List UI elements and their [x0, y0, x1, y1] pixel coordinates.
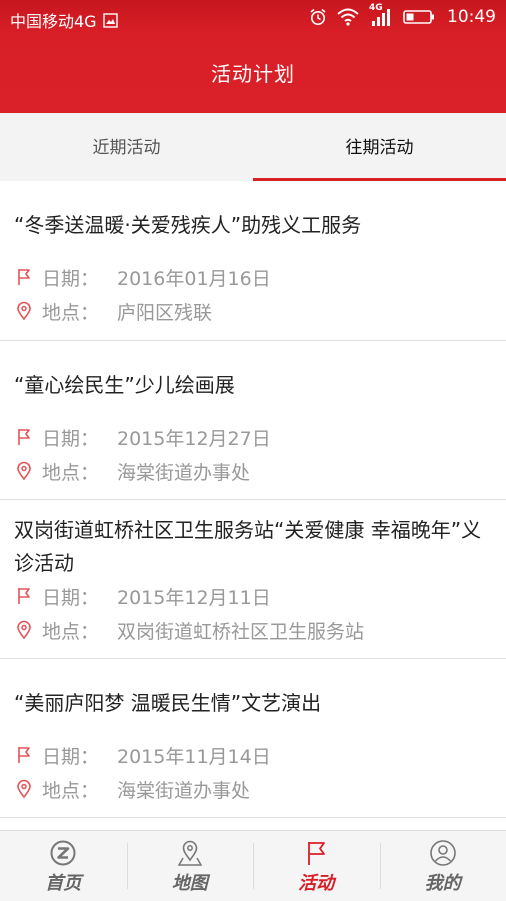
event-date: 2016年01月16日 — [117, 264, 271, 291]
event-date-row: 日期： 2015年12月27日 — [14, 424, 271, 450]
flag-icon — [14, 586, 34, 606]
event-date-row: 日期： 2015年11月14日 — [14, 742, 271, 768]
event-title: “冬季送温暖·关爱残疾人”助残义工服务 — [14, 209, 492, 242]
event-item[interactable]: “童心绘民生”少儿绘画展 日期： 2015年12月27日 地点： 海棠街道办事处 — [0, 341, 506, 500]
event-location: 庐阳区残联 — [117, 298, 212, 325]
picture-notification-icon — [103, 13, 118, 28]
date-label: 日期： — [42, 583, 117, 610]
location-pin-icon — [14, 461, 34, 481]
event-date-row: 日期： 2015年12月11日 — [14, 583, 271, 609]
carrier-name: 中国移动4G — [10, 8, 97, 32]
status-icons: 4G 10:49 — [309, 6, 496, 28]
flag-icon — [14, 267, 34, 287]
event-location-row: 地点： 海棠街道办事处 — [14, 458, 250, 484]
event-location-row: 地点： 海棠街道办事处 — [14, 776, 250, 802]
alarm-icon — [309, 8, 327, 26]
status-bar: 中国移动4G 4G — [0, 0, 506, 36]
user-icon — [429, 839, 457, 867]
wifi-icon — [337, 8, 359, 26]
home-logo-icon — [49, 839, 77, 867]
location-pin-icon — [14, 779, 34, 799]
event-date: 2015年12月27日 — [117, 424, 271, 451]
event-date: 2015年11月14日 — [117, 742, 271, 769]
nav-map[interactable]: 地图 — [127, 831, 254, 901]
event-item[interactable]: 双岗街道虹桥社区卫生服务站“关爱健康 幸福晚年”义诊活动 日期： 2015年12… — [0, 500, 506, 659]
signal-icon — [369, 6, 393, 28]
event-location-row: 地点： 双岗街道虹桥社区卫生服务站 — [14, 617, 364, 643]
page-title: 活动计划 — [0, 36, 506, 113]
location-label: 地点： — [42, 458, 117, 485]
battery-icon — [403, 9, 435, 25]
event-date: 2015年12月11日 — [117, 583, 271, 610]
tab-bar: 近期活动 往期活动 — [0, 113, 506, 181]
flag-icon — [14, 427, 34, 447]
nav-activity-label: 活动 — [253, 869, 380, 895]
nav-home-label: 首页 — [0, 869, 127, 895]
event-title: “童心绘民生”少儿绘画展 — [14, 369, 492, 402]
location-label: 地点： — [42, 776, 117, 803]
event-item[interactable]: “美丽庐阳梦 温暖民生情”文艺演出 日期： 2015年11月14日 地点： 海棠… — [0, 659, 506, 818]
nav-home[interactable]: 首页 — [0, 831, 127, 901]
date-label: 日期： — [42, 424, 117, 451]
location-label: 地点： — [42, 617, 117, 644]
date-label: 日期： — [42, 742, 117, 769]
nav-map-label: 地图 — [127, 869, 254, 895]
event-location: 双岗街道虹桥社区卫生服务站 — [117, 617, 364, 644]
event-item[interactable]: “冬季送温暖·关爱残疾人”助残义工服务 日期： 2016年01月16日 地点： … — [0, 181, 506, 341]
nav-mine-label: 我的 — [380, 869, 506, 895]
clock: 10:49 — [447, 7, 496, 27]
event-location: 海棠街道办事处 — [117, 776, 250, 803]
bottom-nav: 首页 地图 活动 我的 — [0, 830, 506, 901]
carrier-info: 中国移动4G — [10, 8, 118, 32]
event-title: “美丽庐阳梦 温暖民生情”文艺演出 — [14, 687, 492, 720]
event-location-row: 地点： 庐阳区残联 — [14, 298, 212, 324]
tab-past-events[interactable]: 往期活动 — [253, 113, 506, 181]
flag-icon — [302, 839, 330, 867]
tab-recent-events[interactable]: 近期活动 — [0, 113, 253, 181]
location-pin-icon — [14, 301, 34, 321]
location-pin-icon — [14, 620, 34, 640]
nav-activity[interactable]: 活动 — [253, 831, 380, 901]
location-label: 地点： — [42, 298, 117, 325]
event-title: 双岗街道虹桥社区卫生服务站“关爱健康 幸福晚年”义诊活动 — [14, 514, 492, 580]
app-header: 中国移动4G 4G — [0, 0, 506, 113]
cell-signal: 4G — [369, 6, 393, 28]
event-date-row: 日期： 2016年01月16日 — [14, 264, 271, 290]
nav-mine[interactable]: 我的 — [380, 831, 506, 901]
event-location: 海棠街道办事处 — [117, 458, 250, 485]
map-pin-icon — [176, 839, 204, 867]
date-label: 日期： — [42, 264, 117, 291]
flag-icon — [14, 745, 34, 765]
